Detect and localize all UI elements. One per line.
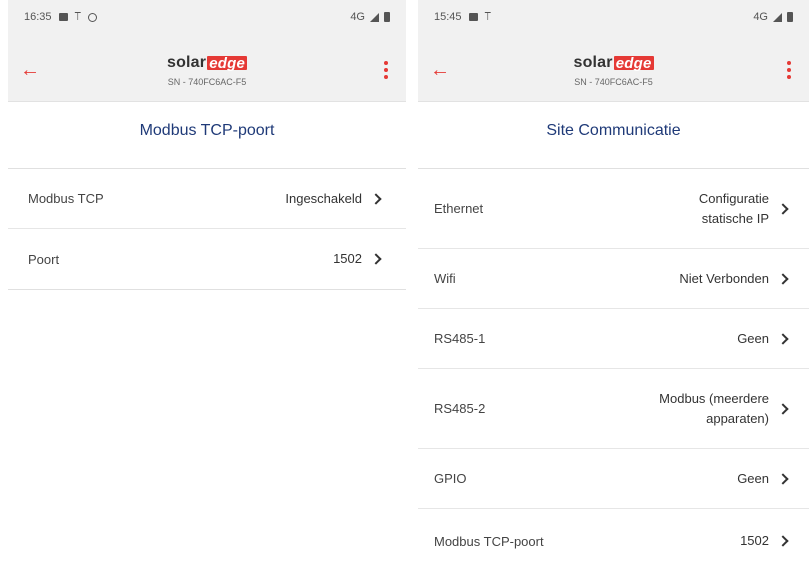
right-screen: 15:45 ⟙ 4G ← solar edge SN - 740FC6AC-F5 … <box>418 0 809 571</box>
row-label: GPIO <box>434 471 467 486</box>
network-type: 4G <box>753 11 768 23</box>
status-bar: 15:45 ⟙ 4G <box>418 0 809 34</box>
message-icon <box>468 13 478 21</box>
chevron-right-icon <box>777 472 789 485</box>
settings-list: Modbus TCP Ingeschakeld Poort 1502 <box>8 168 406 290</box>
row-value: Ingeschakeld <box>285 190 362 206</box>
page-title: Site Communicatie <box>546 122 681 139</box>
solaredge-logo: solar edge SN - 740FC6AC-F5 <box>8 54 406 87</box>
row-rs485-1[interactable]: RS485-1 Geen <box>418 309 809 369</box>
row-value-line1: Configuratie <box>698 190 769 206</box>
row-value: Geen <box>737 470 769 486</box>
chevron-right-icon <box>370 192 382 205</box>
more-vertical-icon <box>787 61 791 65</box>
row-label: Poort <box>28 251 60 267</box>
row-rs485-2[interactable]: RS485-2 Modbus (meerdere apparaten) <box>418 369 809 449</box>
row-label: Modbus TCP-poort <box>434 533 544 549</box>
chevron-right-icon <box>777 402 789 415</box>
row-modbus-tcp[interactable]: Modbus TCP Ingeschakeld <box>8 169 406 229</box>
signal-icon <box>370 12 379 22</box>
row-value: Niet Verbonden <box>679 270 769 286</box>
more-vertical-icon <box>384 61 388 65</box>
signal-icon <box>773 12 782 22</box>
chevron-right-icon <box>777 535 789 547</box>
logo-accent: edge <box>207 55 248 72</box>
sync-icon <box>88 12 98 22</box>
status-bar: 16:35 ⟙ 4G <box>8 0 406 34</box>
row-poort[interactable]: Poort 1502 <box>8 229 406 289</box>
logo-accent: edge <box>613 55 654 72</box>
battery-icon <box>787 12 793 22</box>
app-bar: ← solar edge SN - 740FC6AC-F5 <box>418 34 809 102</box>
row-label: RS485-1 <box>434 331 486 346</box>
app-bar: ← solar edge SN - 740FC6AC-F5 <box>8 34 406 102</box>
serial-number: SN - 740FC6AC-F5 <box>167 77 247 87</box>
solaredge-logo: solar edge SN - 740FC6AC-F5 <box>418 54 809 87</box>
row-label: RS485-2 <box>434 401 486 416</box>
row-gpio[interactable]: GPIO Geen <box>418 449 809 509</box>
overflow-menu-button[interactable] <box>376 56 396 84</box>
battery-icon <box>384 12 390 22</box>
row-value: Geen <box>737 330 769 346</box>
overflow-menu-button[interactable] <box>779 56 799 84</box>
row-label: Wifi <box>434 271 456 286</box>
status-time: 15:45 <box>434 11 462 23</box>
serial-number: SN - 740FC6AC-F5 <box>574 77 653 87</box>
page-title: Modbus TCP-poort <box>139 122 275 139</box>
notification-icon <box>58 13 68 21</box>
row-value-line2: apparaten) <box>706 410 769 426</box>
network-type: 4G <box>350 11 365 23</box>
chevron-right-icon <box>370 253 382 265</box>
row-value-line1: Modbus (meerdere <box>659 390 769 406</box>
antenna-icon: ⟙ <box>484 10 492 23</box>
row-value: 1502 <box>333 251 362 266</box>
chevron-right-icon <box>777 332 789 345</box>
chevron-right-icon <box>777 272 789 285</box>
row-modbus-tcp-poort[interactable]: Modbus TCP-poort 1502 <box>418 509 809 571</box>
logo-main: solar <box>573 54 613 71</box>
communication-list: Ethernet Configuratie statische IP Wifi … <box>418 168 809 571</box>
chevron-right-icon <box>777 202 789 215</box>
antenna-icon: ⟙ <box>74 10 82 23</box>
status-time: 16:35 <box>24 11 52 23</box>
row-ethernet[interactable]: Ethernet Configuratie statische IP <box>418 169 809 249</box>
row-label: Ethernet <box>434 201 484 216</box>
row-value: Modbus (meerdere apparaten) <box>659 389 769 429</box>
row-value-line2: statische IP <box>701 210 769 226</box>
logo-main: solar <box>166 54 207 71</box>
row-wifi[interactable]: Wifi Niet Verbonden <box>418 249 809 309</box>
row-label: Modbus TCP <box>28 191 104 206</box>
left-screen: 16:35 ⟙ 4G ← solar edge SN - 740FC6AC-F5 … <box>8 0 406 571</box>
row-value: Configuratie statische IP <box>699 189 769 229</box>
row-value: 1502 <box>740 533 769 548</box>
